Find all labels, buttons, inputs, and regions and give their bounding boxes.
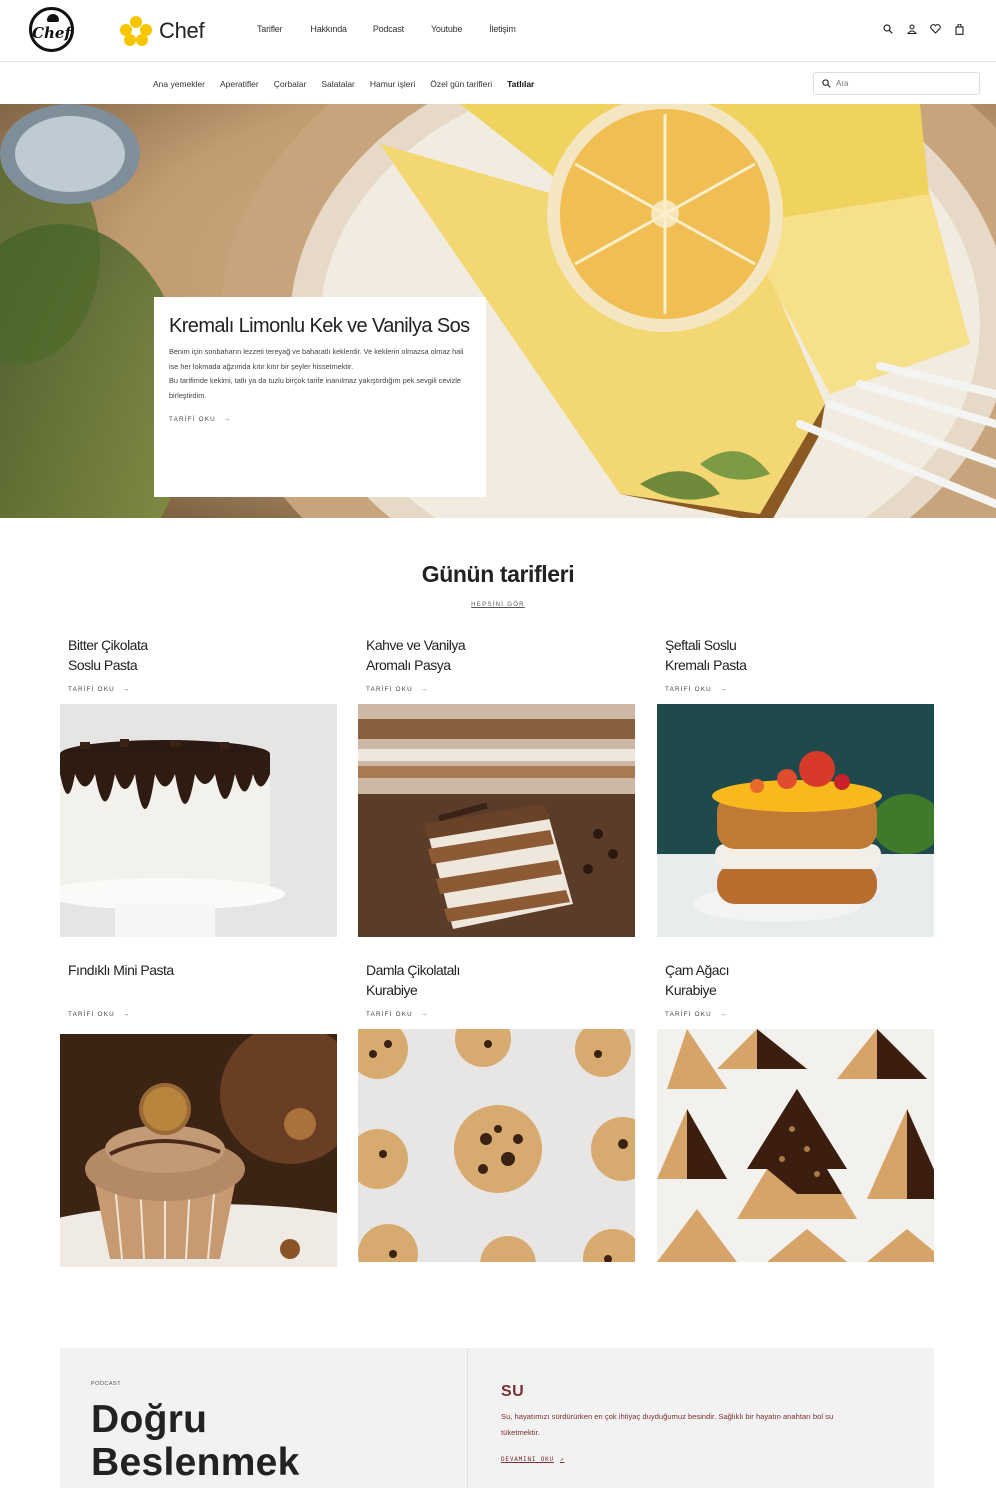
hero-card: Kremalı Limonlu Kek ve Vanilya Sos Benim… (154, 297, 486, 497)
arrow-up-right-icon: ↗ (559, 1456, 565, 1463)
recipe-read-link[interactable]: TARİFİ OKU → (68, 1011, 130, 1018)
recipe-title: Damla Çikolatalı Kurabiye (366, 962, 460, 998)
read-link-label: TARİFİ OKU (68, 686, 115, 693)
podcast-title: Doğru Beslenmek (91, 1398, 300, 1484)
category-ozel-gun[interactable]: Özel gün tarifleri (430, 79, 492, 89)
recipe-title: Çam Ağacı Kurabiye (665, 962, 729, 998)
read-link-label: TARİFİ OKU (665, 1011, 712, 1018)
read-more-link[interactable]: DEVAMINI OKU ↗ (501, 1456, 564, 1463)
hero-image (0, 104, 996, 518)
read-link-label: TARİFİ OKU (169, 416, 216, 423)
category-tatlilar[interactable]: Tatlılar (507, 79, 534, 89)
recipe-title: Bitter Çikolata Soslu Pasta (68, 637, 148, 673)
nav-podcast[interactable]: Podcast (373, 24, 404, 34)
category-nav: Ana yemekler Aperatifler Çorbalar Salata… (153, 79, 534, 89)
podcast-panel: PODCAST Doğru Beslenmek SU Su, hayatımız… (60, 1348, 934, 1488)
recipe-image[interactable] (358, 704, 635, 937)
arrow-right-icon: → (719, 1011, 728, 1018)
search-box[interactable] (813, 72, 980, 95)
hero-read-link[interactable]: TARİFİ OKU → (169, 416, 231, 423)
recipe-image[interactable] (60, 704, 337, 937)
arrow-right-icon: → (223, 416, 232, 423)
category-aperatifler[interactable]: Aperatifler (220, 79, 259, 89)
category-bar: Ana yemekler Aperatifler Çorbalar Salata… (0, 62, 996, 104)
heart-icon[interactable] (930, 22, 941, 36)
chef-hat-icon (47, 14, 59, 22)
see-all-link[interactable]: HEPSİNİ GÖR (0, 602, 996, 608)
top-header: Chef Chef Tarifler Hakkında Podcast Yout… (0, 0, 996, 62)
main-nav: Tarifler Hakkında Podcast Youtube İletiş… (257, 24, 516, 34)
recipe-image[interactable] (60, 1034, 337, 1267)
read-link-label: TARİFİ OKU (366, 1011, 413, 1018)
arrow-right-icon: → (420, 1011, 429, 1018)
arrow-right-icon: → (122, 1011, 131, 1018)
nav-tarifler[interactable]: Tarifler (257, 24, 283, 34)
recipe-image[interactable] (657, 1029, 934, 1262)
podcast-tag: PODCAST (91, 1381, 122, 1387)
chef-logo[interactable]: Chef (29, 7, 74, 52)
recipe-read-link[interactable]: TARİFİ OKU → (665, 686, 727, 693)
episode-title: SU (501, 1383, 525, 1400)
category-corbalar[interactable]: Çorbalar (274, 79, 307, 89)
search-icon[interactable] (882, 22, 893, 36)
arrow-right-icon: → (122, 686, 131, 693)
category-hamur-isleri[interactable]: Hamur işleri (370, 79, 415, 89)
read-link-label: TARİFİ OKU (665, 686, 712, 693)
brand-name: Chef (159, 18, 205, 43)
recipe-read-link[interactable]: TARİFİ OKU → (68, 686, 130, 693)
recipe-title: Fındıklı Mini Pasta (68, 962, 174, 978)
header-icons (882, 22, 965, 36)
nav-hakkinda[interactable]: Hakkında (310, 24, 347, 34)
category-salatalar[interactable]: Salatalar (321, 79, 355, 89)
arrow-right-icon: → (719, 686, 728, 693)
user-icon[interactable] (906, 22, 917, 36)
recipe-image[interactable] (657, 704, 934, 937)
arrow-right-icon: → (420, 686, 429, 693)
recipe-read-link[interactable]: TARİFİ OKU → (665, 1011, 727, 1018)
recipe-title: Kahve ve Vanilya Aromalı Pasya (366, 637, 466, 673)
read-more-label: DEVAMINI OKU (501, 1456, 554, 1463)
nav-youtube[interactable]: Youtube (431, 24, 463, 34)
read-link-label: TARİFİ OKU (366, 686, 413, 693)
episode-description: Su, hayatımızı sürdürürken en çok ihtiya… (501, 1412, 834, 1437)
recipe-read-link[interactable]: TARİFİ OKU → (366, 686, 428, 693)
recipe-read-link[interactable]: TARİFİ OKU → (366, 1011, 428, 1018)
panel-divider (467, 1348, 468, 1488)
nav-iletisim[interactable]: İletişim (489, 24, 516, 34)
read-link-label: TARİFİ OKU (68, 1011, 115, 1018)
category-ana-yemekler[interactable]: Ana yemekler (153, 79, 205, 89)
flower-icon (120, 16, 154, 46)
recipe-image[interactable] (358, 1029, 635, 1262)
section-title: Günün tarifleri (421, 561, 575, 587)
hero-description: Benim için sonbaharın lezzeti tereyağ ve… (169, 347, 464, 400)
hero-banner: Kremalı Limonlu Kek ve Vanilya Sos Benim… (0, 104, 996, 518)
search-icon (822, 75, 831, 93)
hero-title: Kremalı Limonlu Kek ve Vanilya Sos (169, 315, 470, 337)
brand[interactable]: Chef (120, 16, 205, 46)
recipe-title: Şeftali Soslu Kremalı Pasta (665, 637, 747, 673)
logo-text: Chef (32, 23, 71, 42)
bag-icon[interactable] (954, 22, 965, 36)
search-input[interactable] (836, 79, 966, 88)
